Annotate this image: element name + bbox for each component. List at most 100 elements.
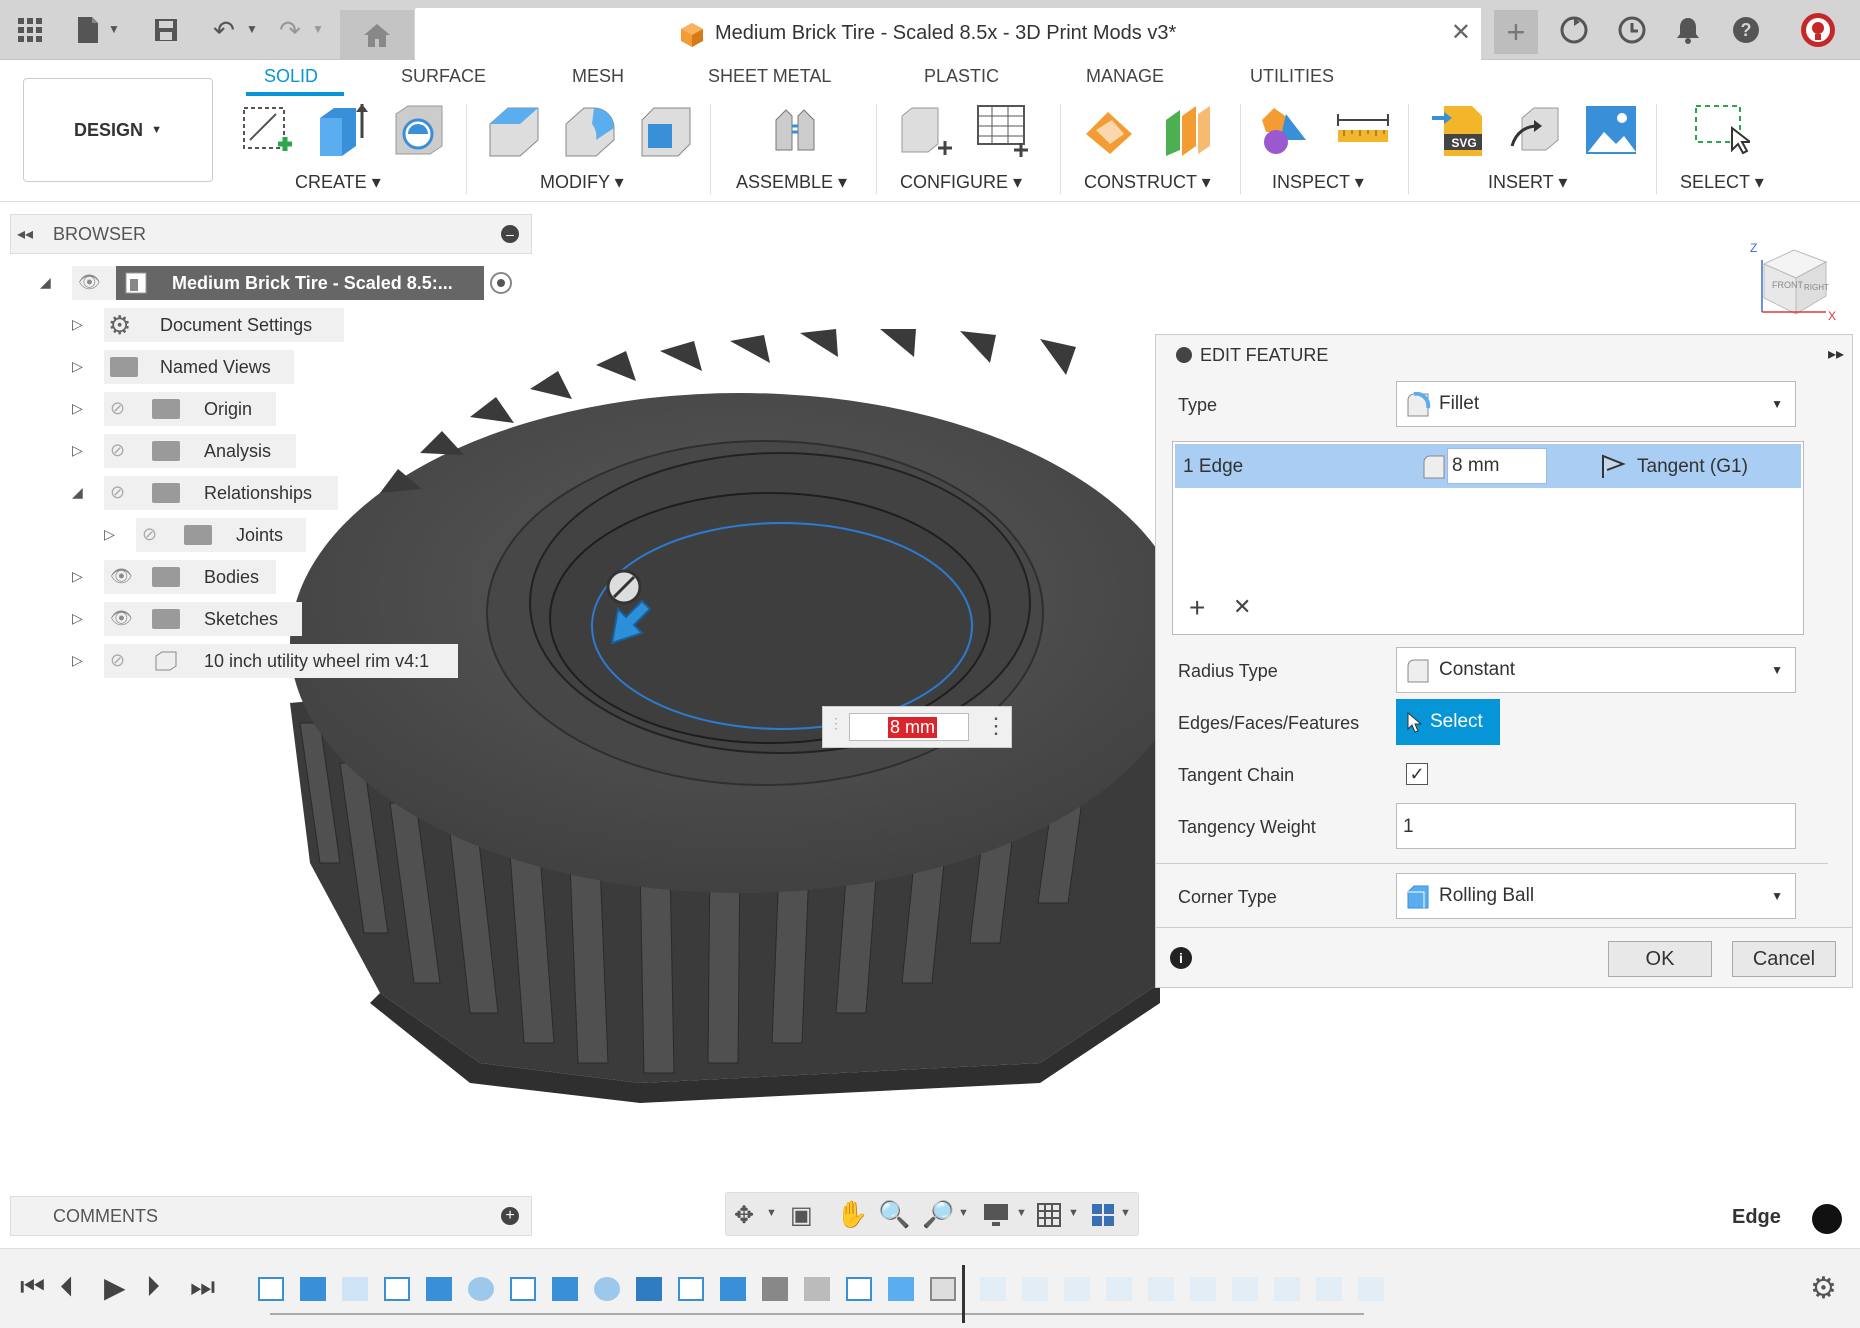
expand-triangle-icon[interactable]: ▷ xyxy=(72,400,83,417)
remove-selection-icon[interactable]: ✕ xyxy=(1233,594,1251,620)
step-forward-icon[interactable]: ⏵ xyxy=(146,1271,160,1304)
add-comment-icon[interactable]: + xyxy=(501,1207,519,1225)
close-tab-icon[interactable]: ✕ xyxy=(1451,18,1471,47)
expand-triangle-icon[interactable]: ▷ xyxy=(72,358,83,375)
add-selection-icon[interactable]: + xyxy=(1189,592,1205,624)
browser-item-wheel-rim[interactable]: ⊘ 10 inch utility wheel rim v4:1 xyxy=(104,644,458,678)
timeline-suppressed-feature[interactable] xyxy=(1190,1277,1216,1301)
tab-utilities[interactable]: UTILITIES xyxy=(1250,66,1334,87)
tangent-chain-checkbox[interactable]: ✓ xyxy=(1406,763,1428,785)
timeline-suppressed-feature[interactable] xyxy=(1148,1277,1174,1301)
plane-at-angle-icon[interactable] xyxy=(1158,100,1216,160)
timeline-revolve-feature[interactable] xyxy=(888,1277,914,1301)
insert-svg-icon[interactable]: SVG xyxy=(1430,100,1488,160)
select-button[interactable]: Select xyxy=(1396,699,1500,745)
tangency-weight-input[interactable]: 1 xyxy=(1396,803,1796,849)
redo-icon[interactable]: ↷ xyxy=(272,12,308,48)
tab-plastic[interactable]: PLASTIC xyxy=(924,66,999,87)
eye-icon[interactable]: 👁 xyxy=(78,272,101,293)
browser-item-analysis[interactable]: ⊘ Analysis xyxy=(104,434,296,468)
activate-radio-icon[interactable] xyxy=(490,272,512,294)
timeline-sketch-feature[interactable] xyxy=(384,1277,410,1301)
ok-button[interactable]: OK xyxy=(1608,941,1712,977)
zoom-icon[interactable]: 🔍 xyxy=(878,1199,910,1230)
browser-item-sketches[interactable]: 👁 Sketches xyxy=(104,602,302,636)
tab-manage[interactable]: MANAGE xyxy=(1086,66,1164,87)
look-at-icon[interactable]: ▣ xyxy=(790,1201,813,1230)
create-sketch-icon[interactable] xyxy=(238,100,296,160)
apps-grid-icon[interactable] xyxy=(12,12,48,48)
inspect-shapes-icon[interactable] xyxy=(1258,100,1316,160)
tab-solid[interactable]: SOLID xyxy=(264,66,318,87)
step-back-icon[interactable]: ⏴ xyxy=(60,1271,74,1304)
home-tab[interactable] xyxy=(340,10,414,60)
timeline-fillet-feature-current[interactable] xyxy=(930,1277,956,1301)
group-create[interactable]: CREATE ▾ xyxy=(295,172,381,193)
configure-icon[interactable] xyxy=(898,100,956,160)
minus-circle-icon[interactable]: – xyxy=(501,225,519,243)
chevron-down-icon[interactable]: ▼ xyxy=(1120,1207,1131,1219)
viewports-icon[interactable] xyxy=(1090,1202,1116,1228)
hidden-eye-icon[interactable]: ⊘ xyxy=(110,440,125,461)
timeline-suppressed-feature[interactable] xyxy=(1358,1277,1384,1301)
chevron-down-icon[interactable]: ▼ xyxy=(1016,1207,1027,1219)
timeline-suppressed-feature[interactable] xyxy=(1022,1277,1048,1301)
hidden-eye-icon[interactable]: ⊘ xyxy=(142,524,157,545)
file-icon[interactable] xyxy=(70,12,106,48)
expand-triangle-icon[interactable]: ▷ xyxy=(72,652,83,669)
collapse-triangle-icon[interactable]: ◢ xyxy=(72,484,83,501)
browser-item-joints[interactable]: ⊘ Joints xyxy=(136,518,306,552)
document-tab[interactable]: Medium Brick Tire - Scaled 8.5x - 3D Pri… xyxy=(415,8,1481,60)
expand-triangle-icon[interactable]: ▷ xyxy=(72,442,83,459)
new-tab-icon[interactable]: + xyxy=(1494,10,1538,54)
radius-input[interactable]: 8 mm xyxy=(1447,448,1547,484)
joint-icon[interactable] xyxy=(766,100,824,160)
undo-icon[interactable]: ↶ xyxy=(206,12,242,48)
timeline-suppressed-feature[interactable] xyxy=(1106,1277,1132,1301)
play-icon[interactable]: ▶ xyxy=(104,1271,126,1304)
group-assemble[interactable]: ASSEMBLE ▾ xyxy=(736,172,847,193)
group-modify[interactable]: MODIFY ▾ xyxy=(540,172,624,193)
group-insert[interactable]: INSERT ▾ xyxy=(1488,172,1567,193)
workspace-switcher[interactable]: DESIGN ▼ xyxy=(23,78,213,182)
display-settings-icon[interactable] xyxy=(982,1202,1010,1228)
type-select[interactable]: Fillet ▼ xyxy=(1396,381,1796,427)
timeline-extrude-feature[interactable] xyxy=(300,1277,326,1301)
timeline-sketch-feature[interactable] xyxy=(678,1277,704,1301)
corner-type-select[interactable]: Rolling Ball ▼ xyxy=(1396,873,1796,919)
chevron-down-icon[interactable]: ▼ xyxy=(1068,1207,1079,1219)
timeline-pattern-feature[interactable] xyxy=(594,1277,620,1301)
eye-icon[interactable]: 👁 xyxy=(110,608,133,629)
undo-caret-icon[interactable]: ▼ xyxy=(246,22,258,36)
collapse-triangle-icon[interactable]: ◢ xyxy=(40,274,51,291)
info-icon[interactable]: i xyxy=(1170,947,1192,969)
orbit-icon[interactable]: ✥ xyxy=(734,1201,754,1230)
continuity-value[interactable]: Tangent (G1) xyxy=(1637,456,1748,478)
zoom-window-icon[interactable]: 🔎 xyxy=(922,1199,954,1230)
timeline-sketch-feature[interactable] xyxy=(258,1277,284,1301)
eye-icon[interactable]: 👁 xyxy=(110,566,133,587)
browser-root-node[interactable]: 👁 Medium Brick Tire - Scaled 8.5:... xyxy=(72,266,484,300)
timeline-marker[interactable] xyxy=(962,1265,965,1323)
drag-grip-icon[interactable]: ⋮ xyxy=(829,715,843,732)
timeline-settings-gear-icon[interactable]: ⚙ xyxy=(1810,1271,1837,1306)
expand-triangle-icon[interactable]: ▷ xyxy=(72,568,83,585)
avatar-icon[interactable] xyxy=(1800,12,1836,48)
notification-bell-icon[interactable] xyxy=(1670,12,1706,48)
save-icon[interactable] xyxy=(148,12,184,48)
expand-triangle-icon[interactable]: ▷ xyxy=(72,316,83,333)
offset-plane-icon[interactable] xyxy=(1082,100,1140,160)
timeline-sketch-feature[interactable] xyxy=(510,1277,536,1301)
tab-surface[interactable]: SURFACE xyxy=(401,66,486,87)
hidden-eye-icon[interactable]: ⊘ xyxy=(110,482,125,503)
help-icon[interactable]: ? xyxy=(1728,12,1764,48)
shell-icon[interactable] xyxy=(636,100,694,160)
insert-mesh-icon[interactable] xyxy=(1506,100,1564,160)
fillet-icon[interactable] xyxy=(560,100,618,160)
measure-icon[interactable] xyxy=(1334,100,1392,160)
browser-item-bodies[interactable]: 👁 Bodies xyxy=(104,560,276,594)
timeline-extrude-feature[interactable] xyxy=(426,1277,452,1301)
press-pull-icon[interactable] xyxy=(484,100,542,160)
radius-type-select[interactable]: Constant ▼ xyxy=(1396,647,1796,693)
timeline-pattern-feature[interactable] xyxy=(468,1277,494,1301)
